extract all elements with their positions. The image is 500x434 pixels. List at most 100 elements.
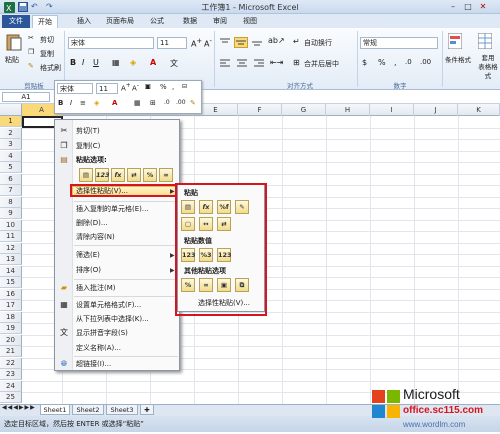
percent-icon[interactable]: % — [378, 58, 386, 67]
mini-align-center-icon[interactable]: ≡ — [80, 99, 86, 107]
row-header[interactable]: 20 — [0, 334, 22, 346]
font-name-select[interactable]: 宋体 — [68, 37, 154, 49]
maximize-icon[interactable]: □ — [461, 1, 475, 12]
mini-size-select[interactable]: 11 — [96, 83, 118, 94]
menu-item-insert-copied[interactable]: 插入复制的单元格(E)... — [76, 203, 149, 216]
paste-label[interactable]: 粘贴 — [5, 55, 19, 65]
column-header[interactable]: I — [370, 104, 414, 116]
format-painter-icon[interactable]: ✎ — [28, 62, 34, 70]
align-top-icon[interactable] — [219, 37, 231, 47]
paste-icon[interactable] — [6, 32, 22, 54]
row-header[interactable]: 5 — [0, 162, 22, 173]
grow-font-icon[interactable]: A+ — [191, 37, 202, 49]
mini-italic-icon[interactable]: I — [70, 99, 72, 107]
comma-icon[interactable]: , — [394, 58, 397, 67]
mini-decimal-icon[interactable]: .0 — [164, 99, 170, 106]
row-header[interactable]: 10 — [0, 219, 22, 231]
column-header[interactable]: H — [326, 104, 370, 116]
row-header[interactable]: 16 — [0, 288, 22, 300]
tab-insert[interactable]: 插入 — [74, 15, 94, 28]
mini-format-painter-icon[interactable]: ✎ — [190, 99, 196, 107]
paste-option-formulas-icon[interactable]: fx — [111, 168, 125, 182]
mini-fill-color-icon[interactable]: ◈ — [94, 99, 99, 107]
align-middle-icon[interactable] — [234, 37, 248, 48]
row-header[interactable]: 2 — [0, 127, 22, 139]
row-header[interactable]: 1 — [0, 116, 22, 127]
column-header[interactable]: K — [458, 104, 500, 116]
bold-icon[interactable]: B — [70, 58, 76, 67]
merge-center-label[interactable]: 合并后居中 — [304, 59, 339, 69]
row-header[interactable]: 23 — [0, 369, 22, 380]
new-sheet-icon[interactable]: ✚ — [140, 405, 154, 415]
font-size-select[interactable]: 11 — [157, 37, 187, 49]
row-header[interactable]: 6 — [0, 173, 22, 185]
row-header[interactable]: 19 — [0, 323, 22, 334]
wrap-text-label[interactable]: 自动换行 — [304, 38, 332, 48]
tab-home[interactable]: 开始 — [32, 15, 58, 28]
paste-option-paste-icon[interactable]: ▤ — [79, 168, 93, 182]
column-header[interactable]: J — [414, 104, 458, 116]
paste-option-values-icon[interactable]: 123 — [95, 168, 110, 182]
copy-label[interactable]: 复制 — [40, 49, 54, 59]
row-header[interactable]: 22 — [0, 357, 22, 369]
mini-currency-icon[interactable]: 🞕 — [145, 83, 151, 92]
row-header[interactable]: 24 — [0, 380, 22, 392]
menu-item-sort[interactable]: 排序(O) — [76, 264, 101, 277]
row-header[interactable]: 14 — [0, 265, 22, 277]
indent-icon[interactable]: ⇤⇥ — [270, 58, 283, 67]
conditional-format-label[interactable]: 条件格式 — [444, 54, 472, 64]
tab-file[interactable]: 文件 — [2, 15, 30, 28]
align-center-icon[interactable] — [236, 58, 248, 70]
tab-formulas[interactable]: 公式 — [147, 15, 167, 28]
select-all-corner[interactable] — [0, 104, 22, 116]
italic-icon[interactable]: I — [82, 58, 84, 67]
tab-page-layout[interactable]: 页面布局 — [103, 15, 137, 28]
paste-option-formatting-icon[interactable]: % — [143, 168, 157, 182]
row-header[interactable]: 11 — [0, 231, 22, 242]
shrink-font-icon[interactable]: A- — [204, 37, 212, 49]
row-header[interactable]: 21 — [0, 346, 22, 357]
mini-shrink-font-icon[interactable]: A- — [132, 83, 139, 92]
menu-item-define-name[interactable]: 定义名称(A)... — [76, 342, 121, 355]
close-icon[interactable]: ✕ — [476, 1, 490, 12]
tab-data[interactable]: 数据 — [180, 15, 200, 28]
row-header[interactable]: 7 — [0, 185, 22, 196]
decrease-decimal-icon[interactable]: .00 — [420, 58, 431, 66]
orientation-icon[interactable]: ab↗ — [268, 36, 285, 45]
mini-comma-icon[interactable]: , — [172, 83, 174, 91]
currency-icon[interactable]: $ — [362, 58, 367, 67]
mini-percent-icon[interactable]: % — [160, 83, 167, 91]
align-left-icon[interactable] — [219, 58, 231, 70]
sheet-nav-icon[interactable]: ◀◀◀▶▶▶ — [2, 404, 36, 411]
row-header[interactable]: 15 — [0, 277, 22, 288]
column-header[interactable]: G — [282, 104, 326, 116]
row-header[interactable]: 25 — [0, 392, 22, 403]
column-header[interactable]: F — [238, 104, 282, 116]
menu-item-format-cells[interactable]: 设置单元格格式(F)... — [76, 299, 141, 312]
mini-format-icon[interactable]: ⊟ — [182, 83, 187, 90]
underline-icon[interactable]: U — [93, 58, 99, 67]
menu-item-pick-list[interactable]: 从下拉列表中选择(K)... — [76, 313, 149, 326]
mini-font-select[interactable]: 宋体 — [57, 83, 93, 94]
fill-color-icon[interactable]: ◈ — [130, 58, 136, 67]
paste-option-transpose-icon[interactable]: ⇄ — [127, 168, 141, 182]
row-header[interactable]: 4 — [0, 150, 22, 162]
row-header[interactable]: 3 — [0, 139, 22, 150]
table-format-icon[interactable] — [477, 32, 493, 51]
menu-item-phonetic[interactable]: 显示拼音字段(S) — [76, 327, 128, 340]
mini-grow-font-icon[interactable]: A+ — [121, 83, 131, 92]
paste-option-link-icon[interactable]: ∞ — [159, 168, 173, 182]
mini-merge-icon[interactable]: ⊞ — [150, 99, 156, 107]
menu-item-copy[interactable]: 复制(C) — [76, 140, 100, 153]
table-format-label[interactable]: 套用 表格格式 — [476, 54, 500, 81]
font-color-icon[interactable]: A — [150, 58, 156, 67]
row-header[interactable]: 8 — [0, 196, 22, 208]
row-header[interactable]: 17 — [0, 300, 22, 311]
border-icon[interactable]: ▦ — [112, 58, 120, 67]
sheet-tab[interactable]: Sheet3 — [106, 405, 138, 415]
row-header[interactable]: 9 — [0, 208, 22, 219]
tab-view[interactable]: 视图 — [240, 15, 260, 28]
row-header[interactable]: 18 — [0, 311, 22, 323]
cut-icon[interactable]: ✂ — [28, 34, 34, 42]
mini-bold-icon[interactable]: B — [58, 99, 63, 107]
